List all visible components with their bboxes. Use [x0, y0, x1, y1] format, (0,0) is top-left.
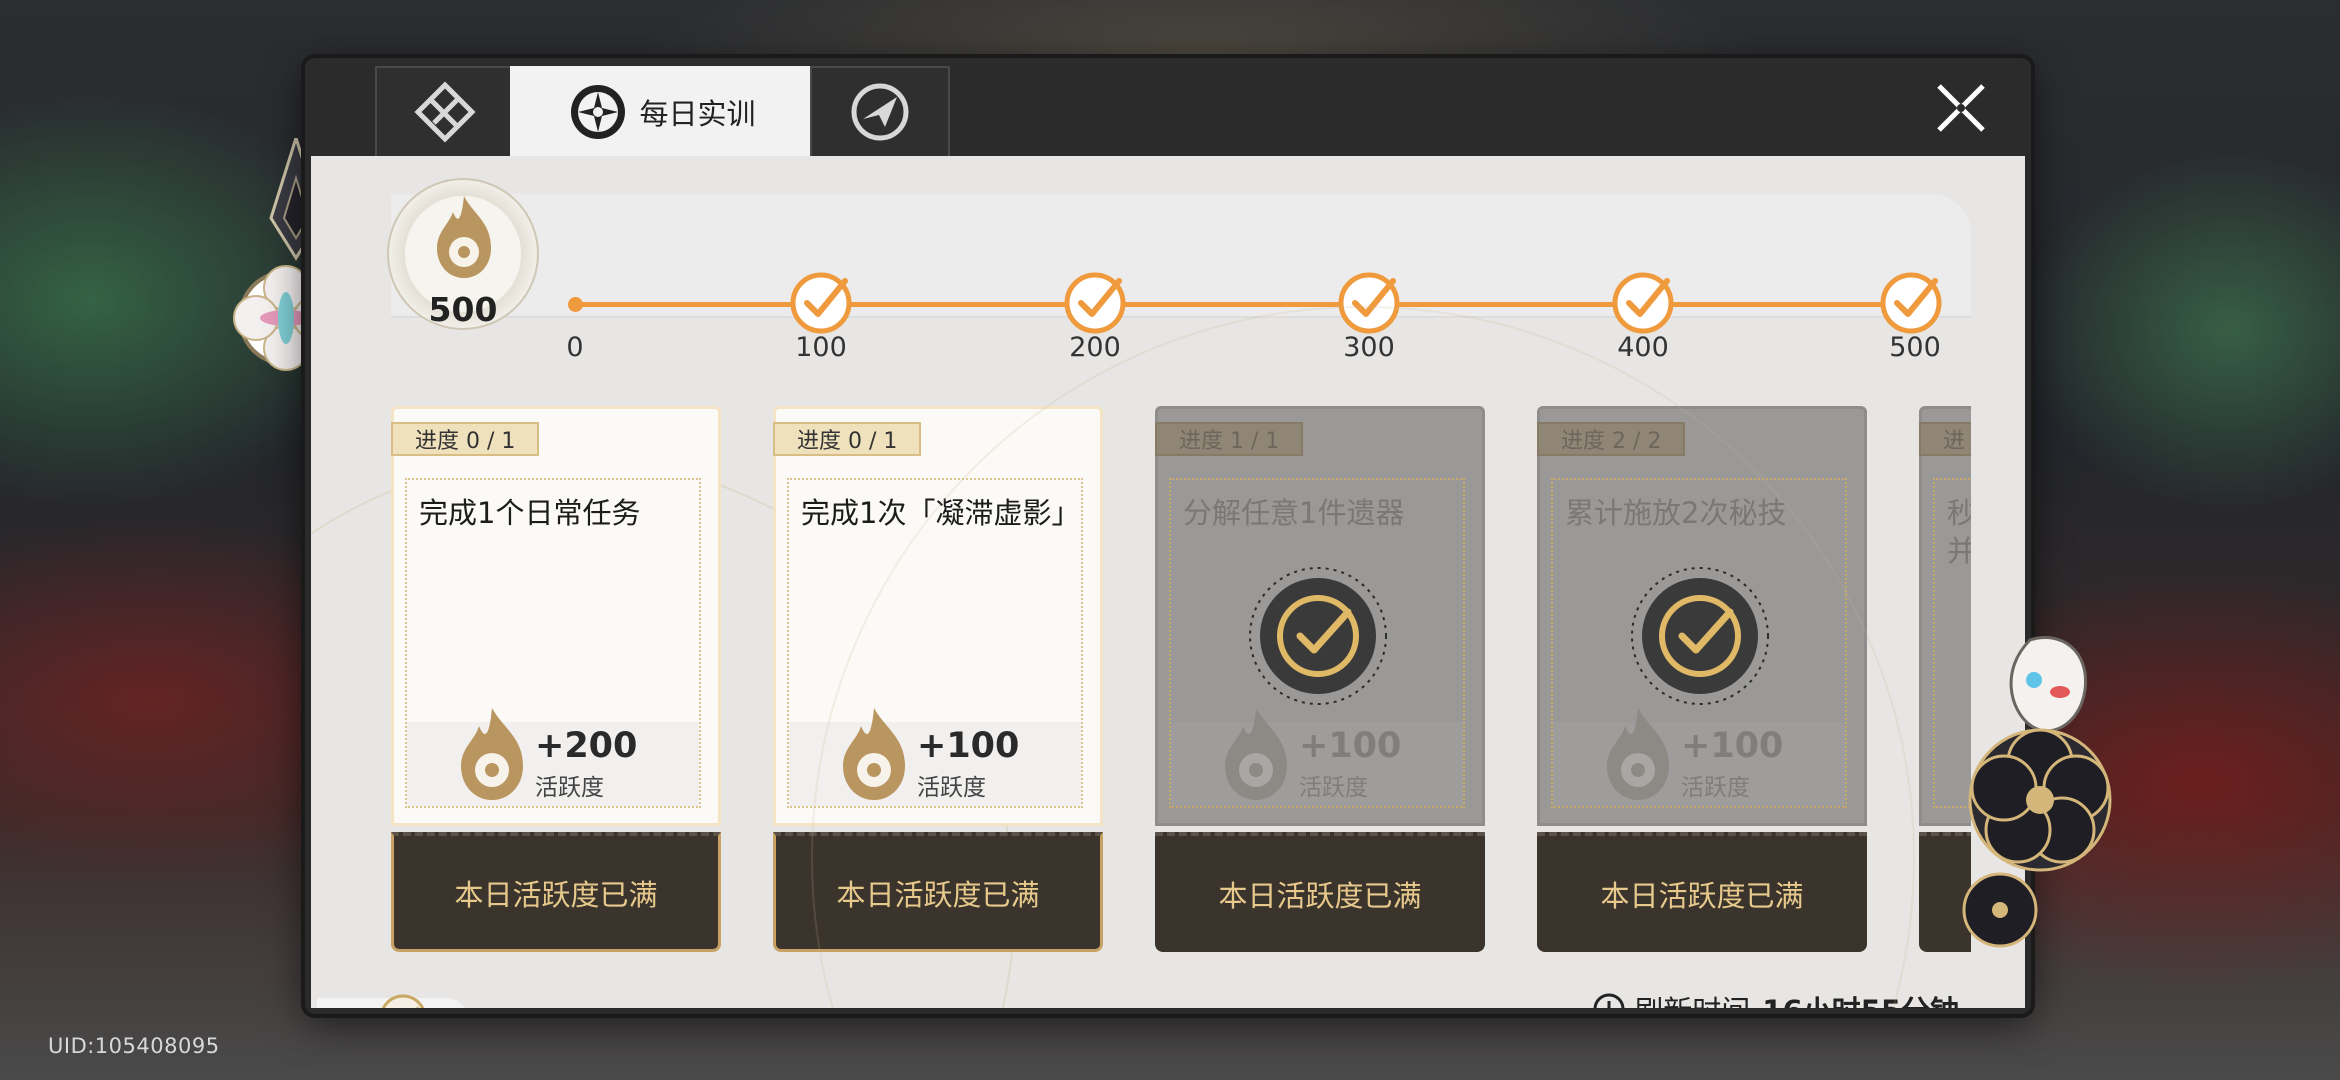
tab-bar: 每日实训 [305, 58, 2031, 156]
tab-daily-training-label: 每日实训 [639, 97, 756, 131]
refresh-label: 刷新时间 [1634, 988, 1750, 1008]
task-progress-badge: 进度 2 / 2 [1537, 422, 1686, 456]
task-claim-button[interactable]: 本日活跃度已满 [1155, 832, 1485, 952]
activity-flame-icon [1607, 708, 1669, 800]
activity-flame-icon [461, 708, 523, 800]
task-progress-badge: 进度 1 / 1 [1155, 422, 1304, 456]
task-card-body [1537, 406, 1867, 826]
activity-flame-icon [437, 196, 491, 278]
close-icon[interactable] [1933, 80, 1989, 136]
activity-progress-track [391, 194, 1971, 318]
task-title: 完成1个日常任务 [419, 496, 641, 530]
task-claim-button[interactable]: 本日活跃度已满 [391, 832, 721, 952]
tab-guide[interactable] [375, 66, 515, 156]
reward-label: 活跃度 [1299, 775, 1368, 801]
reward-area [789, 722, 1081, 806]
task-card-frame [1169, 478, 1465, 808]
compass-icon [851, 83, 909, 141]
reward-area [1171, 722, 1463, 806]
refresh-time: 16小时55分钟 [1762, 988, 1959, 1008]
task-title: 秒 并 [1947, 496, 1971, 568]
completed-check-icon [1631, 567, 1769, 705]
milestone-check-icon[interactable] [787, 269, 855, 337]
progress-line [575, 302, 1911, 307]
milestone-label: 300 [1343, 332, 1395, 363]
reward-label: 活跃度 [917, 775, 986, 801]
daily-training-icon [571, 85, 626, 139]
task-card[interactable]: 进度 2 / 2 累计施放2次秘技 +100 活跃度本日活跃度已满 [1537, 406, 1867, 962]
bottom-left-pill[interactable] [317, 994, 467, 1008]
uid-label: UID:105408095 [48, 1034, 220, 1058]
reward-value: +100 [917, 726, 1020, 766]
task-title: 完成1次「凝滞虚影」 [801, 496, 1081, 530]
reward-value: +100 [1681, 726, 1784, 766]
activity-medal: 500 [387, 178, 539, 330]
task-card-list[interactable]: 进度 0 / 1 完成1个日常任务 +200 活跃度本日活跃度已满 进度 0 / 1 完成… [391, 406, 1971, 966]
task-card-frame [1551, 478, 1847, 808]
task-card[interactable]: 进度 0 / 1 完成1个日常任务 +200 活跃度本日活跃度已满 [391, 406, 721, 962]
reward-label: 活跃度 [535, 775, 604, 801]
task-claim-button[interactable]: 本日活跃度已满 [1537, 832, 1867, 952]
task-card-body [1155, 406, 1485, 826]
reward-area [1553, 722, 1845, 806]
milestone-check-icon[interactable] [1335, 269, 1403, 337]
task-progress-badge: 进度 0 / 1 [773, 422, 922, 456]
milestone-check-icon[interactable] [1061, 269, 1129, 337]
reward-value: +100 [1299, 726, 1402, 766]
milestone-check-icon[interactable] [1877, 269, 1945, 337]
task-claim-button[interactable]: 本日活跃度已满 [773, 832, 1103, 952]
right-ornament [1960, 630, 2130, 960]
reward-label: 活跃度 [1681, 775, 1750, 801]
task-card[interactable]: 进度 1 / 1 分解任意1件遗器 +100 活跃度本日活跃度已满 [1155, 406, 1485, 962]
task-title: 分解任意1件遗器 [1183, 496, 1405, 530]
reward-value: +200 [535, 726, 638, 766]
completed-check-icon [1249, 567, 1387, 705]
tab-daily-training[interactable]: 每日实训 [510, 66, 815, 156]
activity-flame-icon [1225, 708, 1287, 800]
milestone-check-icon[interactable] [1609, 269, 1677, 337]
task-progress-badge: 进 [1919, 422, 1971, 456]
content-area: 500 0 100 200 300 400 500 进度 0 / 1 完成1个日常任务 +20… [311, 156, 2025, 1008]
task-card[interactable]: 进度 0 / 1 完成1次「凝滞虚影」 +100 活跃度本日活跃度已满 [773, 406, 1103, 962]
task-title: 累计施放2次秘技 [1565, 496, 1787, 530]
compass-badge-icon [381, 994, 425, 1008]
daily-training-panel: 每日实训 500 0 100 200 300 400 500 进度 0 / 1 … [305, 58, 2031, 1014]
task-progress-badge: 进度 0 / 1 [391, 422, 540, 456]
clock-icon [1593, 993, 1625, 1008]
milestone-label: 0 [566, 332, 584, 363]
activity-total: 500 [428, 290, 498, 329]
activity-flame-icon [843, 708, 905, 800]
refresh-timer: 刷新时间 16小时55分钟 [1592, 988, 1959, 1008]
tab-compass[interactable] [810, 66, 950, 156]
guide-icon [414, 81, 476, 143]
milestone-start-dot [568, 297, 583, 312]
